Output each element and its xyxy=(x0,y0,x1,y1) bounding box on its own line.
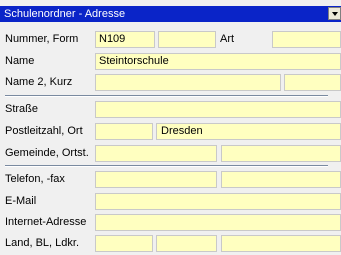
plz-field[interactable] xyxy=(95,123,153,140)
address-form: Nummer, Form N109 Art Name Steintorschul… xyxy=(0,22,341,255)
divider-1 xyxy=(5,95,328,97)
label-plz-ort: Postleitzahl, Ort xyxy=(5,125,83,137)
label-email: E-Mail xyxy=(5,195,37,207)
divider-2 xyxy=(5,165,328,167)
kurz-field[interactable] xyxy=(284,74,341,91)
label-art: Art xyxy=(220,33,235,45)
chevron-down-icon xyxy=(331,11,338,16)
label-telefon-fax: Telefon, -fax xyxy=(5,173,65,185)
ort-field[interactable]: Dresden xyxy=(156,123,341,140)
land-field[interactable] xyxy=(95,235,153,252)
form-field[interactable] xyxy=(158,31,216,48)
label-name: Name xyxy=(5,55,35,67)
strasse-field[interactable] xyxy=(95,101,341,118)
gemeinde-field[interactable] xyxy=(95,145,217,162)
label-internet: Internet-Adresse xyxy=(5,216,87,228)
label-nummer-form: Nummer, Form xyxy=(5,33,79,45)
label-gemeinde-ortst: Gemeinde, Ortst. xyxy=(5,147,89,159)
window-title: Schulenordner - Adresse xyxy=(4,8,126,20)
fax-field[interactable] xyxy=(221,171,341,188)
label-name2-kurz: Name 2, Kurz xyxy=(5,76,73,88)
internet-field[interactable] xyxy=(95,214,341,231)
bundesland-field[interactable] xyxy=(156,235,217,252)
nummer-field[interactable]: N109 xyxy=(95,31,155,48)
email-field[interactable] xyxy=(95,193,341,210)
ortsteil-field[interactable] xyxy=(221,145,341,162)
label-strasse: Straße xyxy=(5,103,39,115)
name2-field[interactable] xyxy=(95,74,281,91)
art-field[interactable] xyxy=(272,31,341,48)
telefon-field[interactable] xyxy=(95,171,217,188)
landkreis-field[interactable] xyxy=(221,235,341,252)
window-titlebar: Schulenordner - Adresse xyxy=(0,6,341,22)
name-field[interactable]: Steintorschule xyxy=(95,53,341,70)
label-land-bl-ldkr: Land, BL, Ldkr. xyxy=(5,237,79,249)
title-dropdown-button[interactable] xyxy=(328,7,341,20)
